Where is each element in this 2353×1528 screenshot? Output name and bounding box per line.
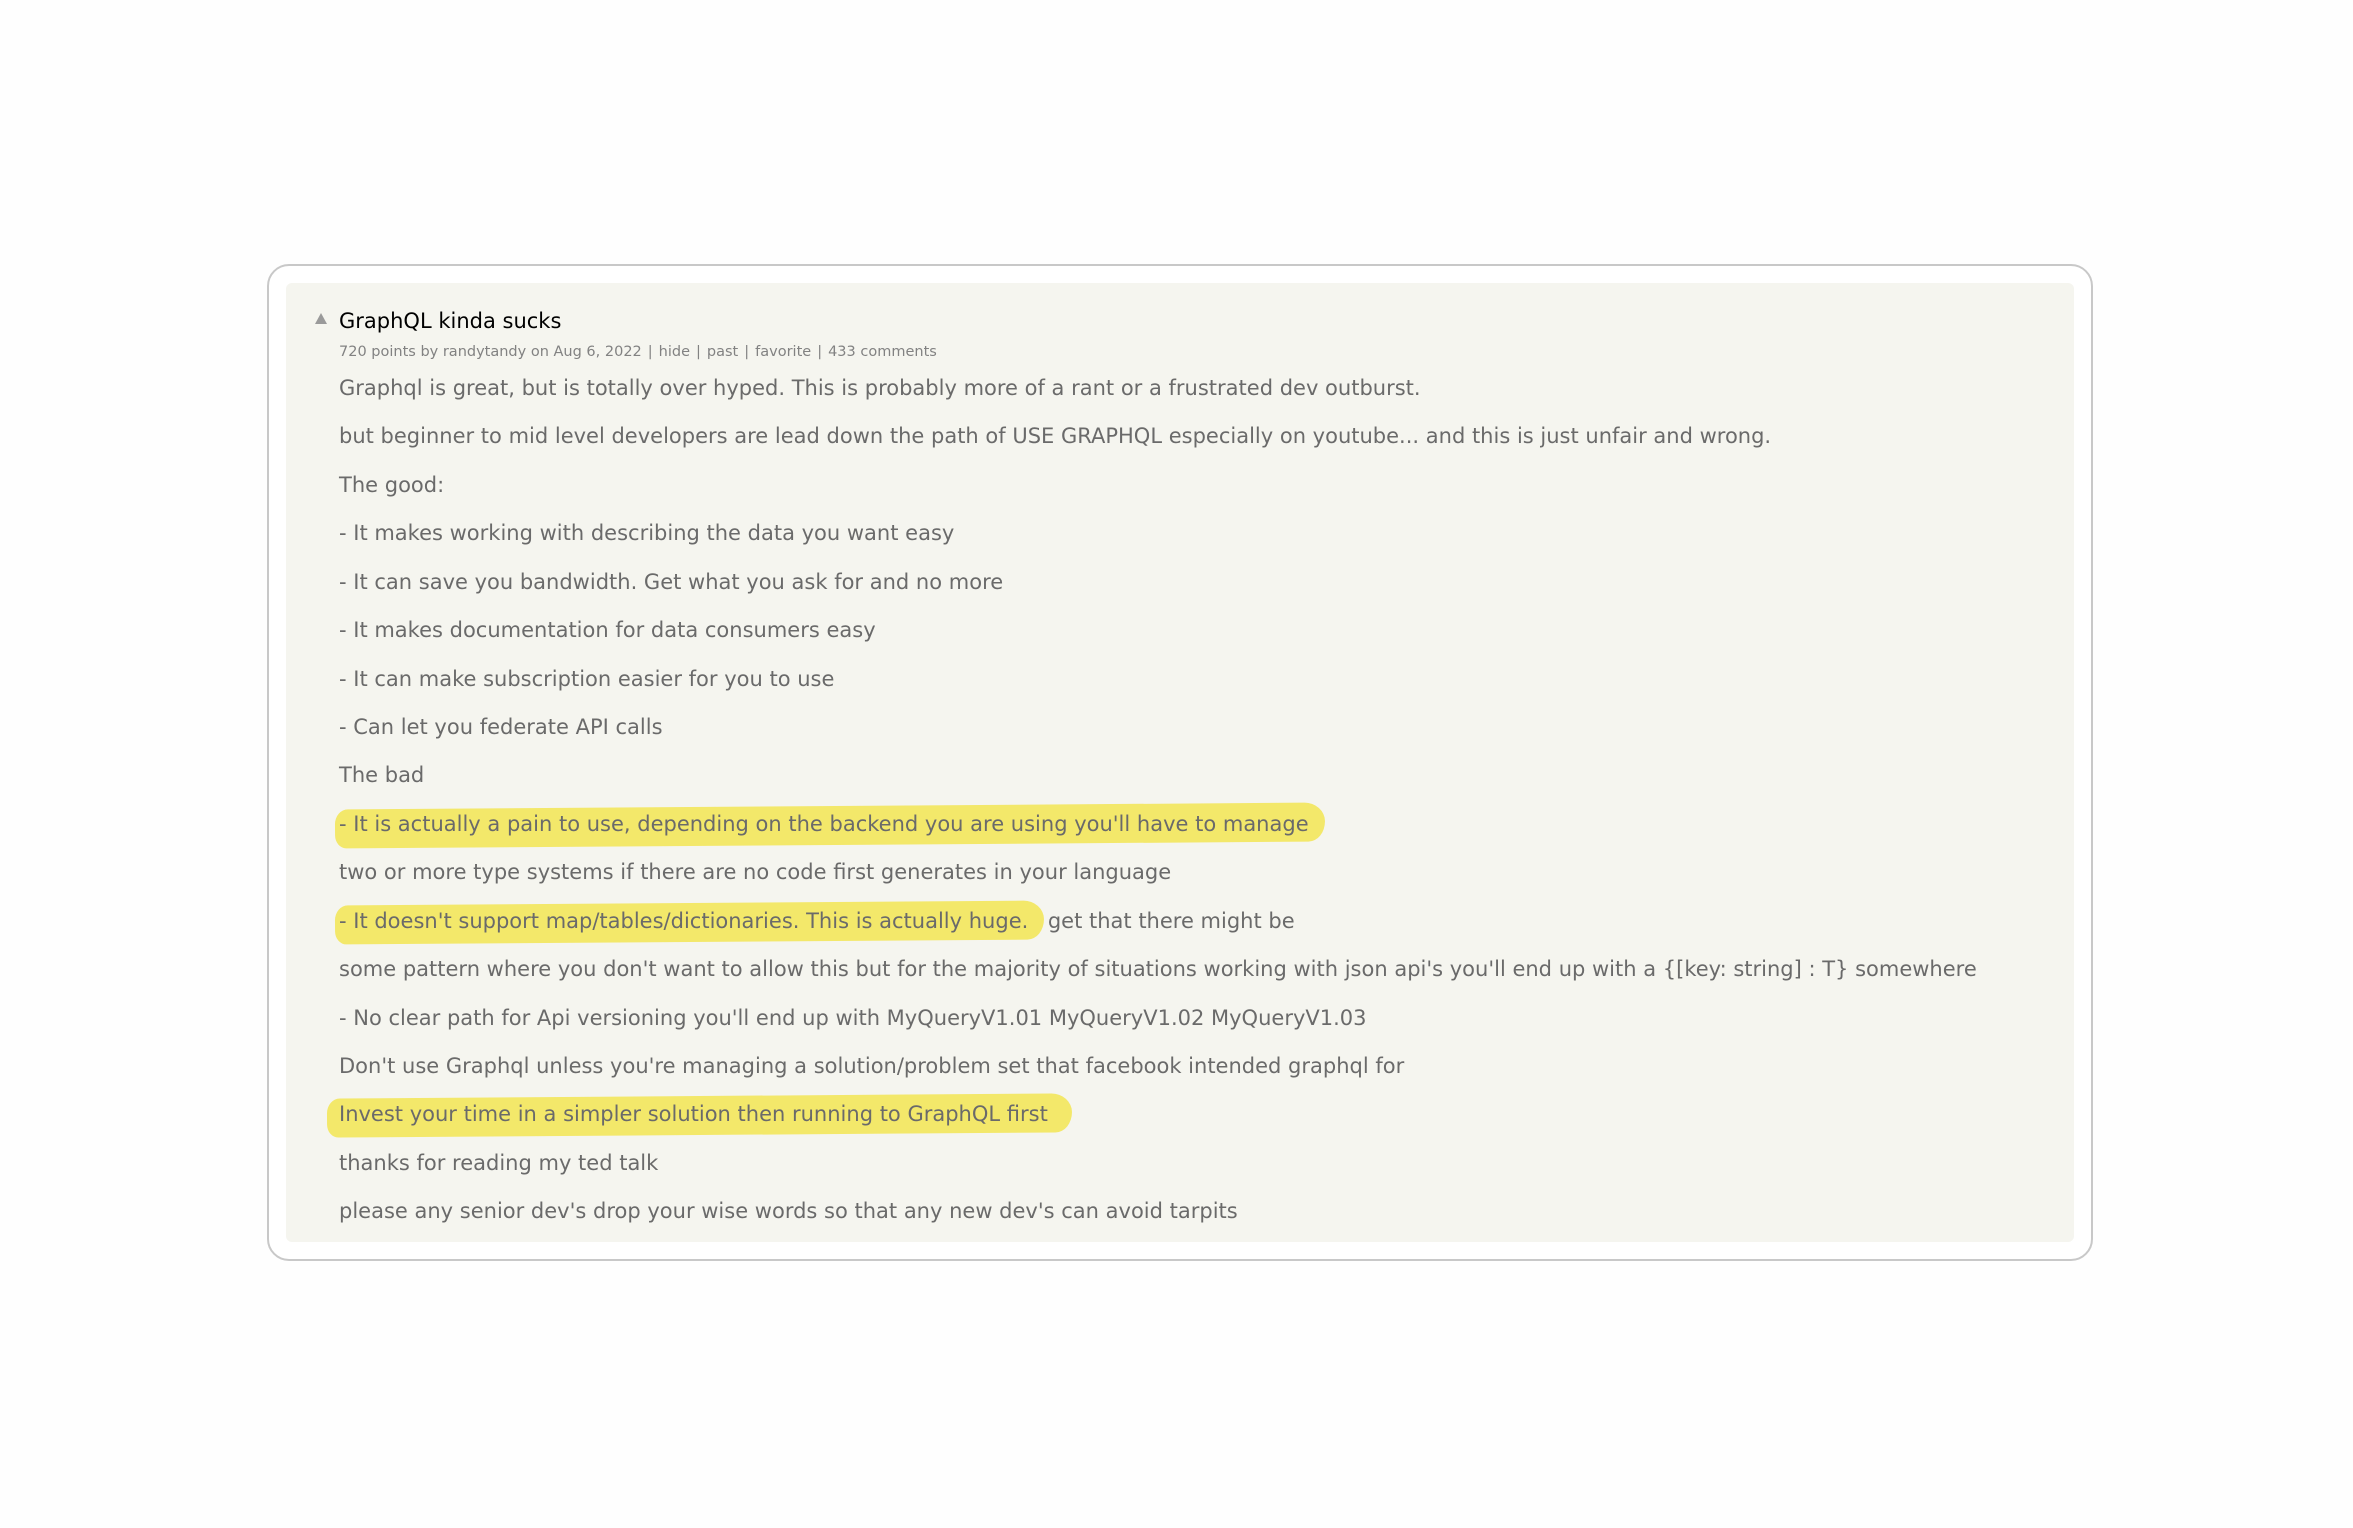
body-line: - It can make subscription easier for yo…: [339, 667, 835, 691]
highlight-mark: Invest your time in a simpler solution t…: [339, 1102, 1048, 1126]
highlight-mark: - It doesn't support map/tables/dictiona…: [339, 909, 1029, 933]
body-line: thanks for reading my ted talk: [339, 1151, 659, 1175]
body-line: The good:: [339, 473, 445, 497]
body-line: - It makes working with describing the d…: [339, 521, 955, 545]
body-line: - Can let you federate API calls: [339, 715, 663, 739]
body-line-highlighted: Invest your time in a simpler solution t…: [339, 1101, 1048, 1128]
highlight-mark: - It is actually a pain to use, dependin…: [339, 812, 1309, 836]
body-line-highlighted: - It doesn't support map/tables/dictiona…: [339, 909, 1295, 933]
post-body: Graphql is great, but is totally over hy…: [339, 283, 2054, 1242]
body-line: - It can save you bandwidth. Get what yo…: [339, 570, 1004, 594]
body-line: Graphql is great, but is totally over hy…: [339, 376, 1421, 400]
body-line: two or more type systems if there are no…: [339, 860, 1172, 884]
body-line: Don't use Graphql unless you're managing…: [339, 1054, 1405, 1078]
upvote-arrow-icon[interactable]: [315, 313, 327, 324]
body-line-highlighted: - It is actually a pain to use, dependin…: [339, 811, 1309, 838]
body-line: - It makes documentation for data consum…: [339, 618, 876, 642]
post-card: GraphQL kinda sucks 720 points by randyt…: [267, 264, 2093, 1261]
post-panel: GraphQL kinda sucks 720 points by randyt…: [286, 283, 2074, 1242]
body-line: please any senior dev's drop your wise w…: [339, 1199, 1238, 1223]
body-line: but beginner to mid level developers are…: [339, 424, 1772, 448]
body-line: some pattern where you don't want to all…: [339, 957, 1977, 981]
body-line: The bad: [339, 763, 425, 787]
body-line: - No clear path for Api versioning you'l…: [339, 1006, 1367, 1030]
